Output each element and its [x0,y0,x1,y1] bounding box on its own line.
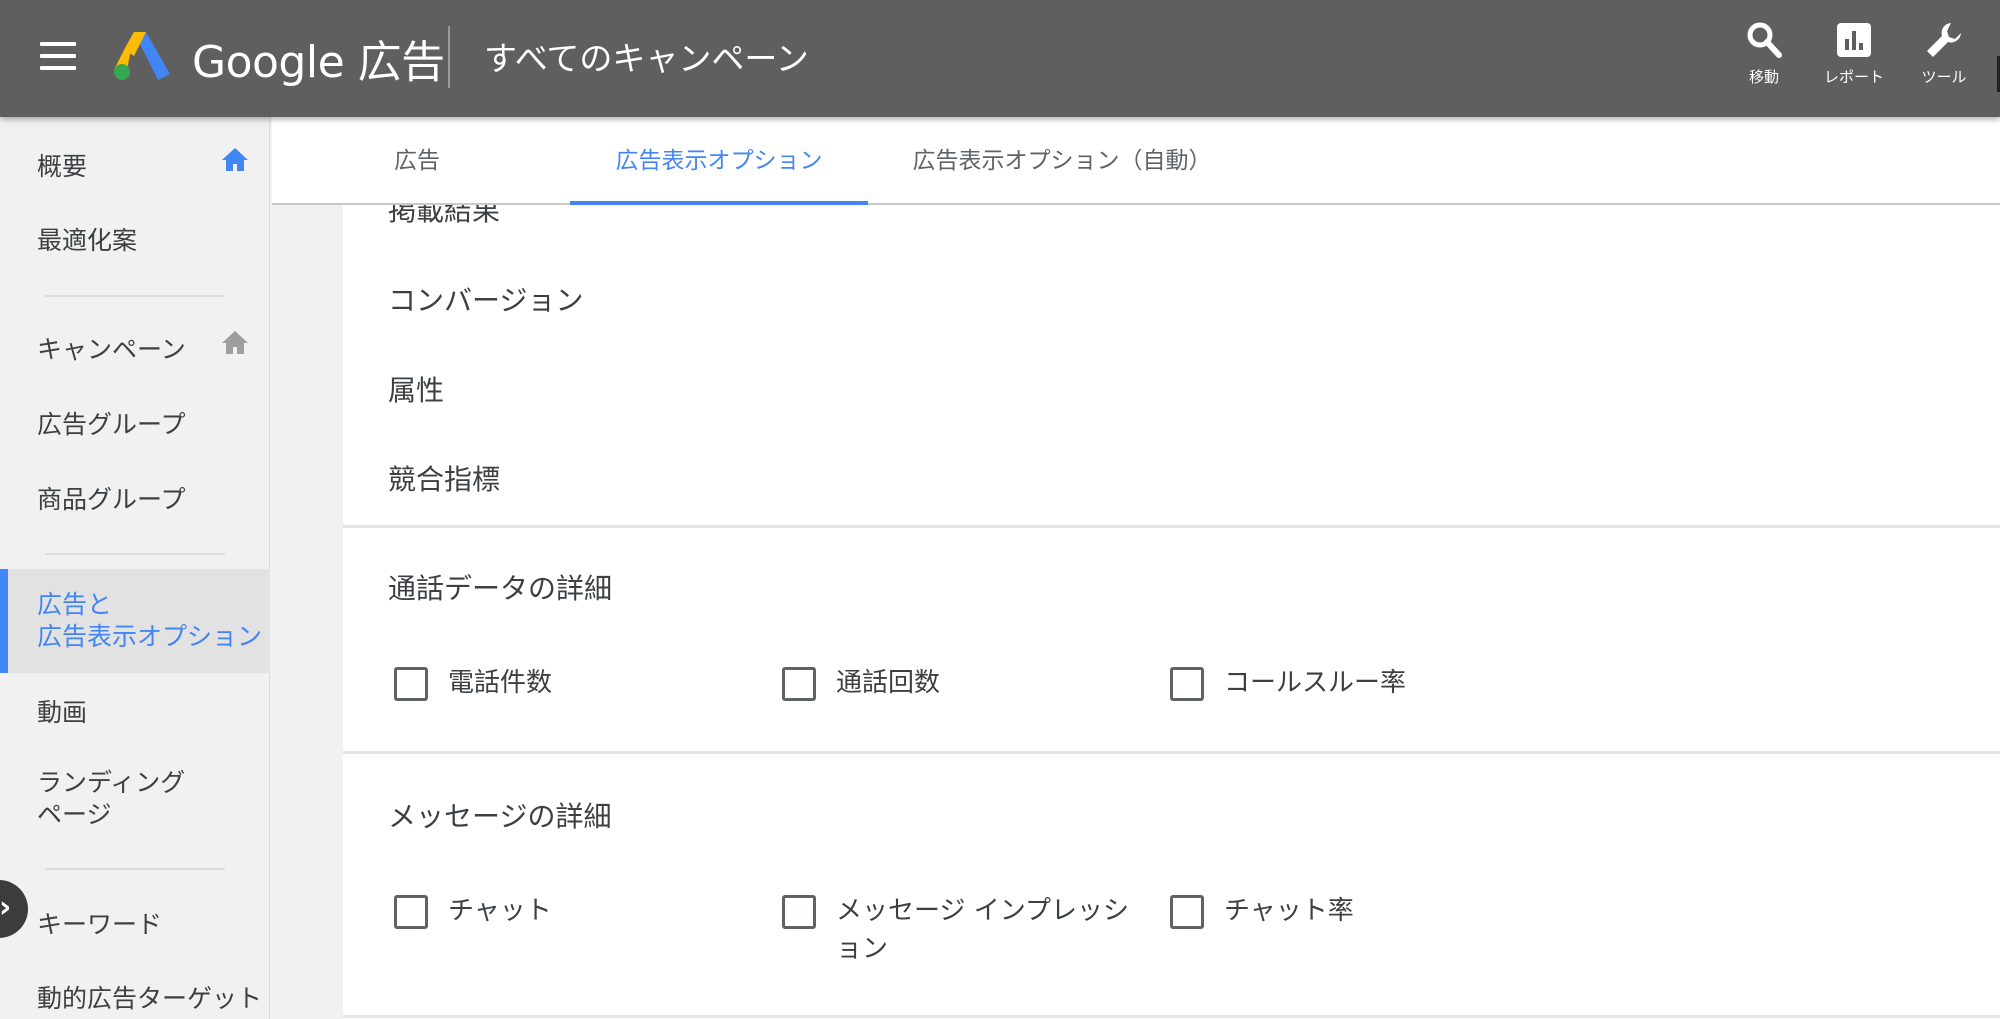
section-divider [343,751,2000,754]
sidebar-item-videos[interactable]: 動画 [0,693,270,733]
sidebar-item-label: 概要 [37,152,88,181]
home-icon [222,148,248,171]
sidebar-item-label: 動画 [37,698,88,727]
home-icon [222,331,248,354]
sidebar-item-overview[interactable]: 概要 [0,147,270,187]
chat-rate-label[interactable]: チャット率 [1224,892,1354,930]
sidebar-item-dynamic-ad-targets[interactable]: 動的広告ターゲット [0,979,270,1019]
page-title: すべてのキャンペーン [484,39,809,78]
message-details-title: メッセージの詳細 [388,800,612,833]
tools-button[interactable]: ツール [1904,20,1984,87]
sidebar-item-label: 広告グループ [37,410,186,439]
sidebar-item-label: 動的広告ターゲット [37,984,263,1013]
column-selector-panel: 掲載結果 コンバージョン 属性 競合指標 通話データの詳細 電話件数 通話回数 … [343,205,2000,1019]
reports-label: レポート [1823,68,1884,86]
sidebar-item-product-groups[interactable]: 商品グループ [0,480,270,520]
performance-item[interactable]: 掲載結果 [388,205,500,229]
tab-automated-extensions[interactable]: 広告表示オプション（自動） [902,117,1222,205]
brand-name: Google 広告 [192,37,445,88]
tab-ad-extensions[interactable]: 広告表示オプション [570,117,868,205]
sidebar-item-label-line2: 広告表示オプション [37,622,263,651]
conversions-item[interactable]: コンバージョン [388,279,583,319]
sidebar-item-label: 商品グループ [37,485,186,514]
sidebar-item-recommendations[interactable]: 最適化案 [0,221,270,261]
chevron-right-icon: › [0,890,12,925]
report-icon [1837,23,1871,57]
tools-label: ツール [1921,68,1967,86]
nav-divider [45,295,225,297]
sidebar-item-keywords[interactable]: キーワード [0,905,270,945]
nav-divider [45,868,225,870]
goto-button[interactable]: 移動 [1724,20,1804,87]
call-details-title: 通話データの詳細 [388,572,613,605]
header-divider [448,26,450,88]
phone-calls-label[interactable]: 電話件数 [448,664,552,702]
call-count-checkbox[interactable] [782,667,816,701]
nav-divider [45,553,225,555]
competitive-metrics-item[interactable]: 競合指標 [388,458,500,498]
tab-ads[interactable]: 広告 [362,117,472,205]
reports-button[interactable]: レポート [1814,20,1894,87]
sidebar-item-label-line1: ランディング [37,768,186,797]
goto-label: 移動 [1748,68,1779,86]
sidebar-item-label-line1: 広告と [37,590,113,619]
side-navigation: 概要 最適化案 キャンペーン 広告グループ 商品グループ 広告と 広告表示オプシ… [0,117,270,1019]
active-indicator [0,569,8,673]
section-divider [343,1015,2000,1018]
chat-rate-checkbox[interactable] [1170,895,1204,929]
chat-checkbox[interactable] [394,895,428,929]
sidebar-item-label: 最適化案 [37,226,138,255]
sidebar-item-label: キーワード [37,910,163,939]
tab-bar: 広告 広告表示オプション 広告表示オプション（自動） [272,117,2000,205]
attributes-item[interactable]: 属性 [388,369,444,409]
phone-calls-checkbox[interactable] [394,667,428,701]
message-impressions-label[interactable]: メッセージ インプレッション [836,892,1136,968]
call-count-label[interactable]: 通話回数 [836,664,940,702]
menu-icon[interactable] [40,42,76,70]
sidebar-item-ad-groups[interactable]: 広告グループ [0,405,270,445]
sidebar-item-ads-extensions[interactable]: 広告と 広告表示オプション [0,569,270,673]
call-through-rate-label[interactable]: コールスルー率 [1224,664,1406,702]
sidebar-item-label-line2: ページ [37,800,112,829]
search-icon [1747,22,1782,58]
section-divider [343,525,2000,528]
sidebar-item-campaigns[interactable]: キャンペーン [0,330,270,370]
chat-label[interactable]: チャット [448,892,552,930]
google-ads-logo [114,32,170,80]
sidebar-item-landing-pages[interactable]: ランディング ページ [0,767,270,839]
call-through-rate-checkbox[interactable] [1170,667,1204,701]
wrench-icon [1927,23,1961,57]
top-app-bar: Google 広告 すべてのキャンペーン 移動 レポート ツール [0,0,2000,117]
sidebar-item-label: キャンペーン [37,335,186,364]
message-impressions-checkbox[interactable] [782,895,816,929]
